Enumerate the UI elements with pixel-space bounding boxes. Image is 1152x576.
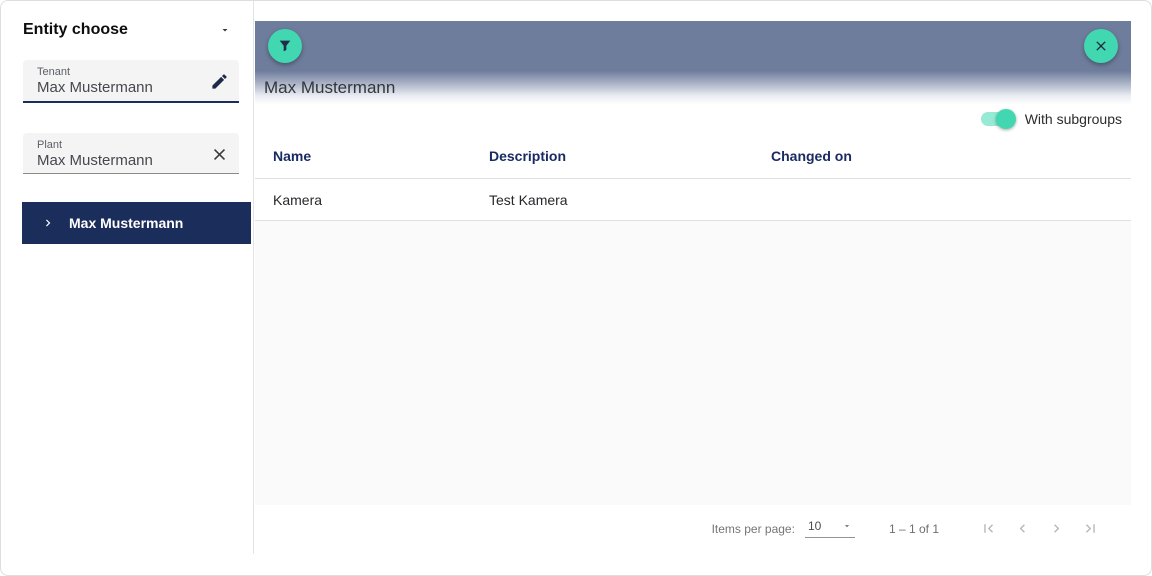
column-header-name: Name <box>273 148 312 164</box>
last-page-button[interactable] <box>1073 512 1107 546</box>
subgroups-toggle-row: With subgroups <box>255 104 1131 134</box>
plant-field-value: Max Mustermann <box>37 151 153 169</box>
dropdown-arrow-icon <box>842 521 852 531</box>
tree-item-label: Max Mustermann <box>69 215 184 231</box>
sidebar-header: Entity choose <box>23 21 233 39</box>
tenant-field-texts: Tenant Max Mustermann <box>37 66 206 97</box>
group-panel: Max Mustermann With subgroups Name Descr… <box>255 21 1131 552</box>
paginator: Items per page: 10 1 – 1 of 1 <box>255 505 1131 552</box>
edit-tenant-button[interactable] <box>206 68 233 95</box>
page-size-value: 10 <box>807 519 822 533</box>
next-page-icon <box>1048 520 1065 537</box>
items-per-page-label: Items per page: <box>711 521 795 536</box>
previous-page-icon <box>1014 520 1031 537</box>
table-empty-area <box>255 221 1131 505</box>
cell-name: Kamera <box>273 191 323 208</box>
filter-icon <box>277 38 293 54</box>
panel-toolbar <box>255 21 1131 71</box>
plant-field-texts: Plant Max Mustermann <box>37 139 206 170</box>
filter-button[interactable] <box>268 29 302 63</box>
plant-field-label: Plant <box>37 138 63 151</box>
page-title: Max Mustermann <box>264 77 396 97</box>
with-subgroups-toggle[interactable] <box>980 109 1016 129</box>
tenant-field[interactable]: Tenant Max Mustermann <box>23 60 239 103</box>
first-page-button[interactable] <box>971 512 1005 546</box>
tenant-field-label: Tenant <box>37 66 71 78</box>
clear-plant-button[interactable] <box>206 141 233 168</box>
edit-icon <box>210 72 229 91</box>
panel-title-band: Max Mustermann <box>255 71 1131 104</box>
chevron-right-icon <box>41 216 55 230</box>
table-header-row: Name Description Changed on <box>255 134 1131 179</box>
sidebar-item-max-mustermann[interactable]: Max Mustermann <box>22 202 251 244</box>
cell-description: Test Kamera <box>489 191 568 208</box>
sidebar-title: Entity choose <box>23 21 128 38</box>
chevron-down-icon <box>219 24 231 36</box>
with-subgroups-label: With subgroups <box>1024 111 1122 127</box>
collapse-panel-button[interactable] <box>217 22 233 38</box>
first-page-icon <box>980 520 997 537</box>
page-size-select[interactable]: 10 <box>804 519 855 538</box>
next-page-button[interactable] <box>1039 512 1073 546</box>
previous-page-button[interactable] <box>1005 512 1039 546</box>
last-page-icon <box>1082 520 1099 537</box>
tenant-field-value: Max Mustermann <box>37 79 153 96</box>
app-window: Entity choose Tenant Max Mustermann Plan… <box>0 0 1152 576</box>
close-button[interactable] <box>1084 29 1118 63</box>
plant-field[interactable]: Plant Max Mustermann <box>23 133 239 174</box>
clear-icon <box>210 145 229 164</box>
table-row[interactable]: Kamera Test Kamera <box>255 179 1131 221</box>
entity-sidebar: Entity choose Tenant Max Mustermann Plan… <box>1 1 254 554</box>
column-header-description: Description <box>489 148 567 164</box>
toggle-thumb[interactable] <box>995 109 1016 129</box>
paginator-range-label: 1 – 1 of 1 <box>888 521 939 536</box>
column-header-changed-on: Changed on <box>771 148 852 164</box>
close-icon <box>1093 38 1109 54</box>
